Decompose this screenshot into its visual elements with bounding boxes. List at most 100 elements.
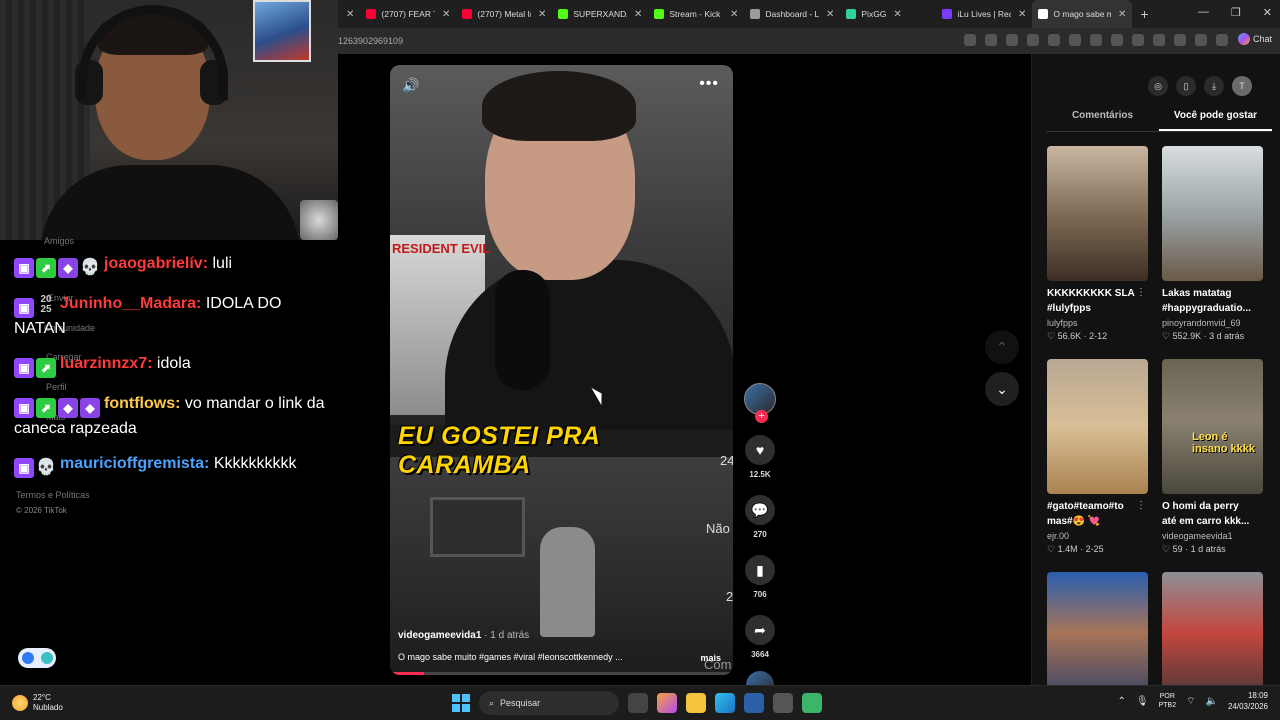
weather-widget[interactable]: 22°C Nublado bbox=[12, 693, 63, 713]
compass-icon[interactable]: ◎ bbox=[1148, 76, 1168, 96]
creator-avatar[interactable]: + bbox=[744, 383, 776, 423]
close-icon[interactable]: ✕ bbox=[442, 9, 450, 20]
card-title[interactable]: O homi da perry até em carro kkk... bbox=[1162, 499, 1263, 529]
browser-tab-close-left[interactable]: ✕ bbox=[338, 0, 360, 28]
browser-tab[interactable]: iLu Lives | React ✕ bbox=[936, 0, 1032, 28]
bookmark-icon[interactable]: ▮ bbox=[745, 555, 775, 585]
new-tab-button[interactable]: + bbox=[1132, 6, 1156, 22]
video-progress-bar[interactable] bbox=[390, 672, 733, 675]
task-view-icon[interactable] bbox=[628, 693, 648, 713]
card-author[interactable]: ejr.00 bbox=[1047, 531, 1148, 541]
video-thumbnail[interactable] bbox=[1047, 359, 1148, 494]
extension-icon[interactable] bbox=[1027, 34, 1039, 46]
comment-icon[interactable]: 💬 bbox=[745, 495, 775, 525]
video-card[interactable] bbox=[1162, 572, 1263, 685]
tab-comments[interactable]: Comentários bbox=[1046, 110, 1159, 131]
copilot-chat-button[interactable]: Chat bbox=[1237, 33, 1272, 45]
card-author[interactable]: lulyfpps bbox=[1047, 318, 1148, 328]
card-title[interactable]: KKKKKKKKK SLA #lulyfpps bbox=[1047, 286, 1148, 316]
close-icon[interactable]: ✕ bbox=[826, 9, 834, 20]
address-bar[interactable]: 1263902969109 Chat bbox=[338, 28, 1280, 54]
close-icon[interactable]: ✕ bbox=[538, 9, 546, 20]
more-icon[interactable] bbox=[1216, 34, 1228, 46]
share-action[interactable]: ➦ 3664 bbox=[742, 615, 778, 659]
restore-button[interactable]: ❐ bbox=[1231, 6, 1241, 19]
extension-icon[interactable] bbox=[1111, 34, 1123, 46]
browser-tab[interactable]: Dashboard - Liv ✕ bbox=[744, 0, 840, 28]
extension-icon[interactable] bbox=[1069, 34, 1081, 46]
video-card[interactable] bbox=[1047, 572, 1148, 685]
card-title[interactable]: #gato#teamo#to mas#😍 💘 bbox=[1047, 499, 1148, 529]
previous-video-button[interactable]: ⌃ bbox=[985, 330, 1019, 364]
input-language[interactable]: POR PTB2 bbox=[1159, 692, 1177, 710]
card-title[interactable]: Lakas matatag #happygraduatio... bbox=[1162, 286, 1263, 316]
save-action[interactable]: ▮ 706 bbox=[742, 555, 778, 599]
card-author[interactable]: pinoyrandomvid_69 bbox=[1162, 318, 1263, 328]
reader-icon[interactable] bbox=[964, 34, 976, 46]
close-window-button[interactable]: ✕ bbox=[1263, 6, 1272, 19]
close-icon[interactable]: ✕ bbox=[1018, 9, 1026, 20]
close-icon[interactable]: ✕ bbox=[346, 9, 354, 20]
browser-tab[interactable]: (2707) Metal Ins ✕ bbox=[456, 0, 552, 28]
translate-icon[interactable] bbox=[985, 34, 997, 46]
download-icon[interactable]: ⤓ bbox=[1204, 76, 1224, 96]
app-icon[interactable] bbox=[744, 693, 764, 713]
browser-tab[interactable]: O mago sabe m ✕ bbox=[1032, 0, 1133, 28]
video-card[interactable]: KKKKKKKKK SLA #lulyfpps ⋮ lulyfpps ♡ 56.… bbox=[1047, 146, 1148, 342]
profile-icon[interactable] bbox=[1195, 34, 1207, 46]
share-icon[interactable]: ➦ bbox=[745, 615, 775, 645]
close-icon[interactable]: ✕ bbox=[1118, 9, 1126, 20]
heart-icon[interactable]: ♥ bbox=[745, 435, 775, 465]
user-avatar[interactable]: T bbox=[1232, 76, 1252, 96]
like-action[interactable]: ♥ 12.5K bbox=[742, 435, 778, 479]
volume-icon[interactable]: 🔊 bbox=[402, 77, 419, 94]
video-thumbnail[interactable]: Leon é insano kkkk bbox=[1162, 359, 1263, 494]
taskbar-search[interactable]: ⌕ Pesquisar bbox=[479, 691, 619, 715]
follow-plus-icon[interactable]: + bbox=[755, 410, 768, 423]
clock[interactable]: 18:09 24/03/2026 bbox=[1228, 690, 1268, 712]
file-explorer-icon[interactable] bbox=[686, 693, 706, 713]
minimize-button[interactable]: — bbox=[1198, 6, 1209, 19]
video-card[interactable]: Lakas matatag #happygraduatio... pinoyra… bbox=[1162, 146, 1263, 342]
tab-you-may-like[interactable]: Você pode gostar bbox=[1159, 110, 1272, 131]
copilot-app-icon[interactable] bbox=[657, 693, 677, 713]
download-icon[interactable] bbox=[1174, 34, 1186, 46]
url-text[interactable]: 1263902969109 bbox=[338, 36, 403, 46]
video-author[interactable]: videogameevida1 · 1 d atrás bbox=[398, 630, 529, 641]
browser-tab[interactable]: Stream - Kick Da ✕ bbox=[648, 0, 744, 28]
more-options-icon[interactable]: ⋮ bbox=[1136, 500, 1146, 511]
close-icon[interactable]: ✕ bbox=[893, 9, 901, 20]
volume-icon[interactable]: 🔈 bbox=[1206, 696, 1218, 707]
favorites-icon[interactable] bbox=[1153, 34, 1165, 46]
next-video-button[interactable]: ⌄ bbox=[985, 372, 1019, 406]
comment-action[interactable]: 💬 270 bbox=[742, 495, 778, 539]
extension-pill[interactable] bbox=[18, 648, 56, 668]
favorite-icon[interactable] bbox=[1006, 34, 1018, 46]
browser-tab[interactable]: SUPERXANDAO ✕ bbox=[552, 0, 648, 28]
extension-icon[interactable] bbox=[1090, 34, 1102, 46]
video-card[interactable]: Leon é insano kkkk O homi da perry até e… bbox=[1162, 359, 1263, 555]
video-thumbnail[interactable] bbox=[1162, 146, 1263, 281]
phone-icon[interactable]: ▯ bbox=[1176, 76, 1196, 96]
chevron-up-icon[interactable]: ⌃ bbox=[1117, 696, 1125, 707]
video-thumbnail[interactable] bbox=[1047, 146, 1148, 281]
close-icon[interactable]: ✕ bbox=[730, 9, 738, 20]
more-link[interactable]: mais bbox=[700, 653, 721, 663]
app-icon[interactable] bbox=[773, 693, 793, 713]
edge-icon[interactable] bbox=[715, 693, 735, 713]
close-icon[interactable]: ✕ bbox=[634, 9, 642, 20]
browser-tab[interactable]: PixGG ✕ bbox=[840, 0, 936, 28]
video-thumbnail[interactable] bbox=[1162, 572, 1263, 685]
extension-icon[interactable] bbox=[1048, 34, 1060, 46]
video-thumbnail[interactable] bbox=[1047, 572, 1148, 685]
video-card[interactable]: #gato#teamo#to mas#😍 💘 ⋮ ejr.00 ♡ 1.4M ·… bbox=[1047, 359, 1148, 555]
author-name[interactable]: videogameevida1 bbox=[398, 630, 481, 641]
video-player[interactable]: RESIDENT EVIL EU GOSTEI PRA CARAMBA 24 N… bbox=[390, 65, 733, 675]
network-icon[interactable]: ⌔ bbox=[1186, 695, 1195, 708]
app-icon[interactable] bbox=[802, 693, 822, 713]
browser-tab[interactable]: (2707) FEAR THE ✕ bbox=[360, 0, 456, 28]
microphone-icon[interactable]: 🎙 bbox=[1136, 696, 1149, 707]
card-author[interactable]: videogameevida1 bbox=[1162, 531, 1263, 541]
more-options-icon[interactable]: ••• bbox=[699, 75, 719, 93]
more-options-icon[interactable]: ⋮ bbox=[1136, 287, 1146, 298]
